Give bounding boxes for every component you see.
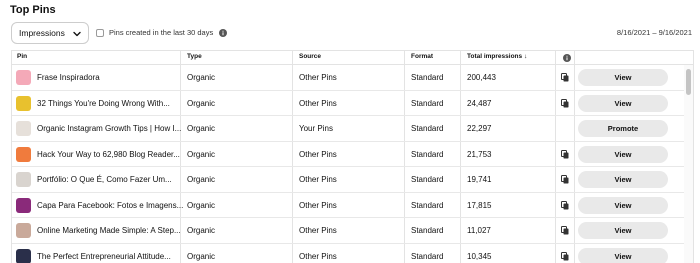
pin-thumbnail[interactable] [16, 146, 31, 162]
column-header-source[interactable]: Source [299, 53, 321, 60]
pin-format: Standard [411, 251, 444, 261]
view-button[interactable]: View [578, 247, 668, 263]
pin-impressions: 21,753 [467, 149, 492, 159]
view-button[interactable]: View [578, 222, 668, 239]
copy-icon[interactable] [561, 251, 569, 261]
pin-format: Standard [411, 98, 444, 108]
scrollbar-thumb[interactable] [686, 69, 691, 95]
pin-type: Organic [187, 73, 216, 82]
pin-title[interactable]: Frase Inspiradora [37, 73, 100, 82]
pin-type: Organic [187, 251, 216, 261]
pin-thumbnail[interactable] [16, 121, 31, 136]
pin-source: Other Pins [299, 226, 337, 235]
pin-type: Organic [187, 200, 216, 210]
table-row[interactable]: The Perfect Entrepreneurial Attitude... … [12, 244, 693, 263]
pin-impressions: 19,741 [467, 175, 492, 184]
table-row[interactable]: 32 Things You're Doing Wrong With... Org… [12, 91, 693, 116]
pin-thumbnail[interactable] [16, 248, 31, 263]
pin-title[interactable]: Hack Your Way to 62,980 Blog Reader... [37, 150, 180, 159]
pin-format: Standard [411, 200, 444, 210]
recent-pins-label: Pins created in the last 30 days [109, 28, 214, 37]
copy-icon[interactable] [561, 98, 569, 108]
pin-source: Your Pins [299, 124, 333, 133]
pin-type: Organic [187, 226, 216, 235]
pin-title[interactable]: 32 Things You're Doing Wrong With... [37, 99, 170, 108]
date-range-label[interactable]: 8/16/2021 – 9/16/2021 [617, 28, 692, 37]
page-title: Top Pins [10, 4, 56, 16]
pin-source: Other Pins [299, 251, 337, 261]
column-header-impressions[interactable]: Total impressions ↓ [467, 53, 527, 60]
pin-thumbnail[interactable] [16, 223, 31, 238]
sort-arrow-icon: ↓ [523, 53, 528, 60]
pin-title[interactable]: Online Marketing Made Simple: A Step... [37, 226, 181, 235]
column-header-type[interactable]: Type [187, 53, 202, 60]
pin-source: Other Pins [299, 200, 337, 210]
top-pins-table: Pin Type Source Format Total impressions… [11, 50, 694, 263]
view-button[interactable]: View [578, 171, 668, 188]
pin-impressions: 200,443 [467, 73, 496, 82]
pin-format: Standard [411, 226, 444, 235]
info-icon[interactable] [563, 54, 571, 62]
promote-button[interactable]: Promote [578, 120, 668, 137]
pin-source: Other Pins [299, 149, 337, 159]
pin-thumbnail[interactable] [16, 172, 31, 187]
pin-impressions: 22,297 [467, 124, 492, 133]
table-row[interactable]: Hack Your Way to 62,980 Blog Reader... O… [12, 142, 693, 167]
column-header-format[interactable]: Format [411, 53, 433, 60]
pin-format: Standard [411, 124, 444, 133]
recent-pins-checkbox[interactable] [96, 28, 104, 37]
pin-source: Other Pins [299, 73, 337, 82]
pin-format: Standard [411, 175, 444, 184]
info-icon[interactable] [219, 28, 228, 37]
view-button[interactable]: View [578, 69, 668, 86]
pin-source: Other Pins [299, 175, 337, 184]
pin-title[interactable]: Capa Para Facebook: Fotos e Imagens... [37, 201, 183, 210]
pin-impressions: 24,487 [467, 98, 492, 108]
pin-thumbnail[interactable] [16, 197, 31, 213]
copy-icon[interactable] [561, 226, 569, 235]
pin-thumbnail[interactable] [16, 70, 31, 85]
table-row[interactable]: Organic Instagram Growth Tips | How I...… [12, 116, 693, 142]
table-row[interactable]: Capa Para Facebook: Fotos e Imagens... O… [12, 193, 693, 218]
pin-thumbnail[interactable] [16, 95, 31, 111]
view-button[interactable]: View [578, 196, 668, 214]
table-row[interactable]: Frase Inspiradora Organic Other Pins Sta… [12, 65, 693, 91]
view-button[interactable]: View [578, 145, 668, 163]
pin-type: Organic [187, 149, 216, 159]
pin-impressions: 17,815 [467, 200, 492, 210]
pin-impressions: 11,027 [467, 226, 491, 235]
copy-icon[interactable] [561, 73, 569, 82]
table-row[interactable]: Portfólio: O Que É, Como Fazer Um... Org… [12, 167, 693, 193]
column-header-pin[interactable]: Pin [17, 53, 27, 60]
metric-select[interactable]: Impressions [11, 22, 89, 44]
table-header: Pin Type Source Format Total impressions… [12, 51, 693, 65]
copy-icon[interactable] [561, 149, 569, 159]
pin-impressions: 10,345 [467, 251, 492, 261]
pin-format: Standard [411, 73, 444, 82]
copy-icon[interactable] [561, 175, 569, 184]
pin-title[interactable]: The Perfect Entrepreneurial Attitude... [37, 252, 171, 261]
copy-icon[interactable] [561, 200, 569, 210]
pin-title[interactable]: Portfólio: O Que É, Como Fazer Um... [37, 175, 172, 184]
pin-title[interactable]: Organic Instagram Growth Tips | How I... [37, 124, 181, 133]
pin-source: Other Pins [299, 98, 337, 108]
pin-type: Organic [187, 98, 216, 108]
view-button[interactable]: View [578, 94, 668, 112]
pin-format: Standard [411, 149, 444, 159]
chevron-down-icon [73, 31, 81, 37]
column-header-impressions-label: Total impressions [467, 53, 523, 60]
metric-select-value: Impressions [19, 28, 65, 38]
recent-pins-filter: Pins created in the last 30 days [96, 28, 228, 37]
pin-type: Organic [187, 175, 216, 184]
pin-type: Organic [187, 124, 216, 133]
table-row[interactable]: Online Marketing Made Simple: A Step... … [12, 218, 693, 244]
